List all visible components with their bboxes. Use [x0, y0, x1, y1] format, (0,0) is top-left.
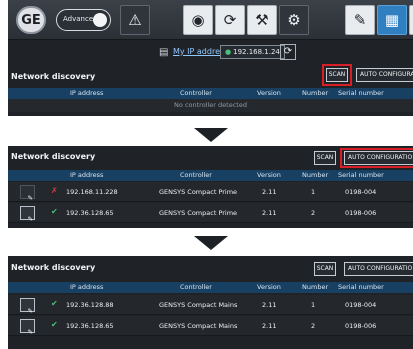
- toolbar: GE Advanced ⚠ ◉ ⟳ ⚒ ⚙ ✎ ▦: [8, 0, 413, 40]
- table-header: IP address Controller Version Number Ser…: [8, 170, 413, 181]
- view-button[interactable]: ◉: [183, 5, 213, 35]
- ip-address-badge: ● 192.168.1.24: [220, 45, 285, 59]
- cell-ip: 192.36.128.65: [66, 322, 114, 330]
- scan-button[interactable]: SCAN: [314, 151, 336, 165]
- cell-serial: 0198-006: [345, 209, 377, 217]
- ok-status-icon: ✔: [51, 299, 58, 308]
- cell-controller: GENSYS Compact Mains: [159, 322, 238, 330]
- auto-configuration-button[interactable]: AUTO CONFIGURATION: [356, 68, 413, 82]
- header-ip-address: IP address: [70, 89, 104, 97]
- table-row[interactable]: ✎ ✔ 192.36.128.65 GENSYS Compact Mains 2…: [8, 316, 413, 336]
- cell-number: 2: [311, 209, 316, 217]
- select-checkbox[interactable]: ✎: [20, 319, 35, 336]
- header-ip-address: IP address: [70, 171, 104, 179]
- header-serial-number: Serial number: [338, 89, 384, 97]
- table-header: IP address Controller Version Number Ser…: [8, 88, 413, 99]
- table-header: IP address Controller Version Number Ser…: [8, 282, 413, 293]
- header-controller: Controller: [180, 89, 212, 97]
- network-button[interactable]: ▦: [377, 5, 407, 35]
- cell-number: 1: [311, 301, 316, 309]
- select-checkbox[interactable]: ✎: [20, 185, 35, 202]
- header-serial-number: Serial number: [338, 283, 384, 291]
- gears-button[interactable]: ⚙: [279, 5, 309, 35]
- cell-version: 2.11: [262, 322, 277, 330]
- advanced-toggle[interactable]: Advanced: [56, 9, 111, 31]
- eye-icon: ◉: [191, 11, 205, 29]
- panel-detected: Network discovery SCAN AUTO CONFIGURATIO…: [8, 146, 413, 228]
- cell-ip: 192.36.128.88: [66, 301, 114, 309]
- header-controller: Controller: [180, 171, 212, 179]
- status-dot-icon: ●: [225, 48, 232, 56]
- ok-status-icon: ✔: [51, 207, 58, 216]
- error-status-icon: ✗: [51, 186, 58, 195]
- section-title: Network discovery: [11, 72, 96, 81]
- down-arrow: [194, 236, 228, 250]
- cell-ip: 192.168.11.228: [66, 188, 118, 196]
- tools-button[interactable]: ⚒: [247, 5, 277, 35]
- settings-cycle-button[interactable]: ⟳: [215, 5, 245, 35]
- cell-number: 1: [311, 188, 316, 196]
- cell-number: 2: [311, 322, 316, 330]
- ip-address-value: 192.168.1.24: [233, 48, 280, 56]
- header-ip-address: IP address: [70, 283, 104, 291]
- panel-configured: Network discovery SCAN AUTO CONFIGURATIO…: [8, 256, 413, 349]
- header-number: Number: [302, 283, 329, 291]
- tools-icon: ⚒: [255, 11, 269, 29]
- down-arrow: [194, 128, 228, 142]
- app-logo: GE: [16, 6, 46, 34]
- pen-icon: ✎: [353, 11, 367, 29]
- monitor-icon: ▤: [159, 47, 169, 58]
- overflow-button[interactable]: [409, 5, 413, 35]
- cell-serial: 0198-004: [345, 301, 377, 309]
- header-version: Version: [257, 171, 281, 179]
- panel-initial: GE Advanced ⚠ ◉ ⟳ ⚒ ⚙ ✎ ▦ ▤ My IP addres…: [8, 0, 413, 116]
- table-row[interactable]: ✎ ✗ 192.168.11.228 GENSYS Compact Prime …: [8, 182, 413, 202]
- header-controller: Controller: [180, 283, 212, 291]
- header-number: Number: [302, 89, 329, 97]
- scan-button[interactable]: SCAN: [314, 262, 336, 276]
- cell-controller: GENSYS Compact Mains: [159, 301, 238, 309]
- cell-controller: GENSYS Compact Prime: [159, 188, 238, 196]
- header-serial-number: Serial number: [338, 171, 384, 179]
- empty-state: No controller detected: [8, 99, 413, 112]
- section-title: Network discovery: [11, 263, 96, 272]
- network-icon: ▦: [384, 11, 400, 29]
- select-checkbox[interactable]: ✎: [20, 298, 35, 315]
- ip-bar: ▤ My IP address ● 192.168.1.24 ⟳: [8, 44, 413, 62]
- header-version: Version: [257, 89, 281, 97]
- edit-button[interactable]: ✎: [345, 5, 375, 35]
- gears-icon: ⚙: [287, 11, 301, 29]
- toggle-knob: [93, 13, 107, 27]
- header-version: Version: [257, 283, 281, 291]
- ok-status-icon: ✔: [51, 320, 58, 329]
- cell-version: 2.11: [262, 188, 277, 196]
- cell-version: 2.11: [262, 209, 277, 217]
- warning-button[interactable]: ⚠: [120, 5, 150, 35]
- scan-button[interactable]: SCAN: [326, 68, 348, 82]
- refresh-button[interactable]: ⟳: [280, 44, 296, 60]
- pen-icon: ✎: [27, 328, 33, 336]
- header-number: Number: [302, 171, 329, 179]
- section-title: Network discovery: [11, 152, 96, 161]
- settings-cycle-icon: ⟳: [223, 11, 237, 29]
- warning-icon: ⚠: [128, 11, 142, 29]
- cell-controller: GENSYS Compact Prime: [159, 209, 238, 217]
- refresh-icon: ⟳: [283, 46, 293, 57]
- cell-serial: 0198-006: [345, 322, 377, 330]
- table-row[interactable]: ✎ ✔ 192.36.128.65 GENSYS Compact Prime 2…: [8, 203, 413, 223]
- cell-serial: 0198-004: [345, 188, 377, 196]
- select-checkbox[interactable]: ✎: [20, 206, 35, 223]
- cell-version: 2.11: [262, 301, 277, 309]
- auto-configuration-button[interactable]: AUTO CONFIGURATIO: [344, 262, 413, 276]
- pen-icon: ✎: [27, 215, 33, 223]
- cell-ip: 192.36.128.65: [66, 209, 114, 217]
- auto-configuration-button[interactable]: AUTO CONFIGURATIO: [344, 151, 413, 165]
- table-row[interactable]: ✎ ✔ 192.36.128.88 GENSYS Compact Mains 2…: [8, 295, 413, 315]
